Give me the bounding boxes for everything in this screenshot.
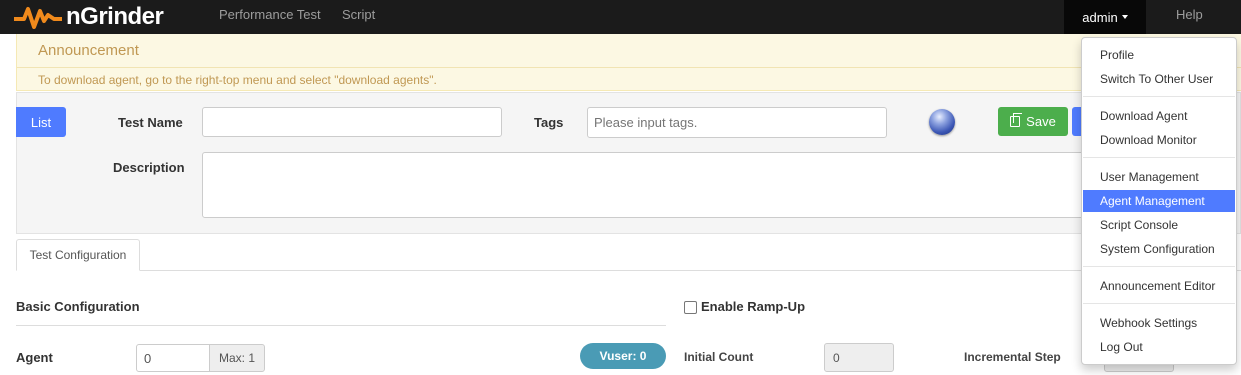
logo-wave-icon — [14, 7, 62, 29]
tags-label: Tags — [534, 115, 564, 130]
menu-divider — [1083, 266, 1235, 267]
menu-divider — [1083, 157, 1235, 158]
menu-item-log-out[interactable]: Log Out — [1083, 336, 1235, 358]
brand-name: nGrinder — [66, 3, 164, 30]
menu-item-agent-management[interactable]: Agent Management — [1083, 190, 1235, 212]
nav-help[interactable]: Help — [1176, 7, 1203, 22]
basic-config-divider — [16, 325, 666, 326]
username: admin — [1082, 9, 1118, 25]
agent-max-addon: Max: 1 — [209, 344, 265, 372]
announcement-text: To download agent, go to the right-top m… — [38, 73, 437, 87]
vuser-badge: Vuser: 0 — [580, 343, 666, 369]
copy-icon — [1010, 113, 1023, 127]
menu-item-webhook-settings[interactable]: Webhook Settings — [1083, 312, 1235, 334]
user-menu-toggle[interactable]: admin — [1064, 0, 1146, 34]
menu-item-download-monitor[interactable]: Download Monitor — [1083, 129, 1235, 151]
nav-script[interactable]: Script — [342, 7, 375, 22]
menu-item-system-configuration[interactable]: System Configuration — [1083, 238, 1235, 260]
test-name-input[interactable] — [202, 107, 502, 137]
menu-divider — [1083, 303, 1235, 304]
menu-item-user-management[interactable]: User Management — [1083, 166, 1235, 188]
test-name-label: Test Name — [118, 115, 183, 130]
test-status-icon — [929, 109, 955, 135]
menu-divider — [1083, 96, 1235, 97]
menu-item-script-console[interactable]: Script Console — [1083, 214, 1235, 236]
tab-test-configuration[interactable]: Test Configuration — [16, 239, 140, 271]
menu-item-switch-user[interactable]: Switch To Other User — [1083, 68, 1235, 90]
user-dropdown-menu: Profile Switch To Other User Download Ag… — [1081, 37, 1237, 365]
nav-performance-test[interactable]: Performance Test — [219, 7, 321, 22]
ramp-up-label[interactable]: Enable Ramp-Up — [701, 299, 805, 314]
menu-item-announcement-editor[interactable]: Announcement Editor — [1083, 275, 1235, 297]
incremental-step-label: Incremental Step — [964, 350, 1061, 364]
menu-item-profile[interactable]: Profile — [1083, 44, 1235, 66]
menu-item-download-agent[interactable]: Download Agent — [1083, 105, 1235, 127]
basic-configuration-title: Basic Configuration — [16, 299, 140, 314]
description-input[interactable] — [202, 152, 1102, 218]
ramp-up-checkbox[interactable] — [684, 301, 697, 314]
announcement-divider — [17, 67, 1241, 68]
announcement-title[interactable]: Announcement — [38, 42, 139, 59]
top-navbar: nGrinder Performance Test Script admin H… — [0, 0, 1241, 34]
caret-down-icon — [1121, 15, 1128, 19]
tags-input[interactable] — [587, 107, 887, 138]
description-label: Description — [113, 160, 185, 175]
list-button[interactable]: List — [16, 107, 66, 137]
announcement-panel: Announcement To download agent, go to th… — [16, 34, 1241, 91]
ngrinder-logo[interactable]: nGrinder — [14, 2, 164, 32]
initial-count-input[interactable] — [824, 343, 894, 372]
tab-divider — [16, 270, 1241, 271]
save-button-label: Save — [1026, 114, 1056, 129]
agent-label: Agent — [16, 350, 53, 365]
save-button[interactable]: Save — [998, 107, 1068, 136]
agent-count-input[interactable] — [136, 344, 210, 372]
initial-count-label: Initial Count — [684, 350, 754, 364]
